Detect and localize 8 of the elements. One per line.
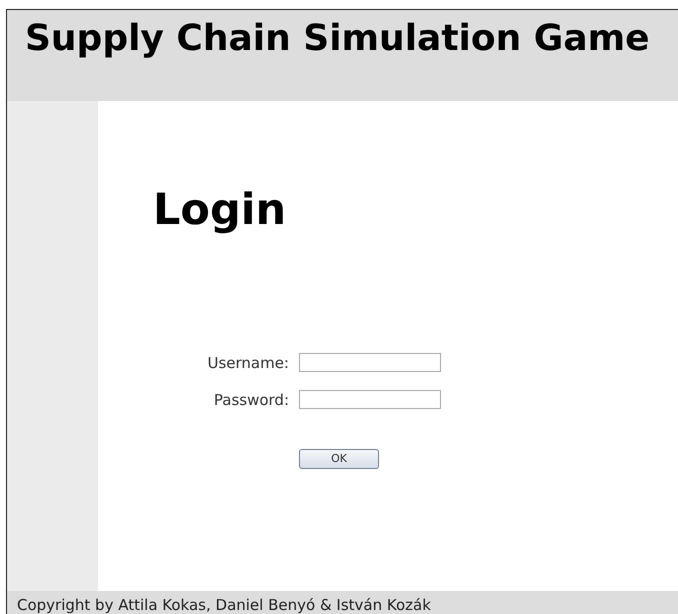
page-heading: Login — [153, 185, 288, 235]
input-field[interactable] — [299, 390, 441, 409]
input-field[interactable] — [299, 353, 441, 372]
footer-text: Copyright by Attila Kokas, Daniel Benyó & István Kozák — [7, 591, 678, 614]
ok-button[interactable]: OK — [299, 448, 379, 468]
field-label: Username: — [207, 354, 289, 372]
field-label: Password: — [214, 390, 289, 408]
site-title: Supply Chain Simulation Game — [25, 18, 651, 59]
